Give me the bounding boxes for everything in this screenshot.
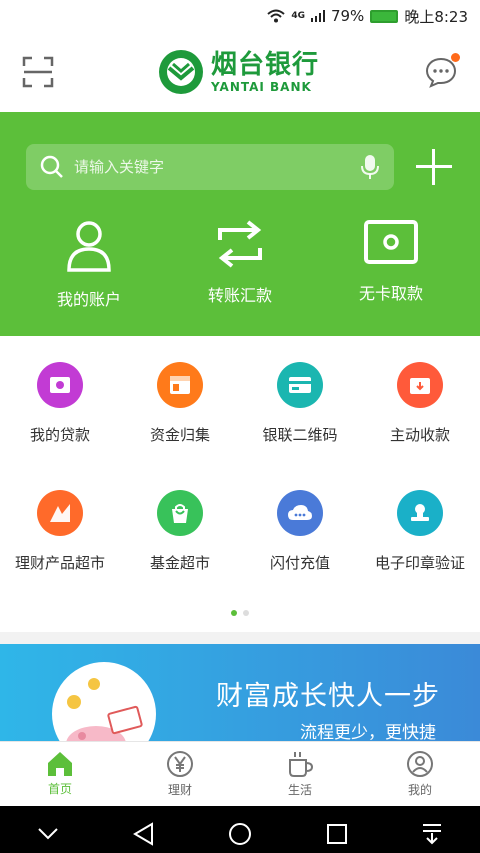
message-button[interactable] xyxy=(424,53,460,89)
scan-icon[interactable] xyxy=(22,56,54,88)
section-divider xyxy=(0,632,480,644)
unread-dot xyxy=(450,53,460,62)
tab-label: 理财 xyxy=(167,783,192,797)
quick-label: 转账汇款 xyxy=(207,286,272,305)
profile-icon xyxy=(407,751,433,777)
transfer-icon xyxy=(218,220,262,268)
unionpay-qr-icon xyxy=(277,362,323,408)
service-fund-market[interactable]: 基金超市 xyxy=(120,490,240,618)
quickpass-topup-icon xyxy=(277,490,323,536)
notification-pull-icon[interactable] xyxy=(421,823,443,845)
tab-wealth[interactable]: 理财 xyxy=(120,742,240,806)
status-bar: 4G 79% 晚上8:23 xyxy=(0,0,480,32)
service-label: 电子印章验证 xyxy=(374,554,465,572)
services-grid: 我的贷款 资金归集 银联二维码 主动收款 理财产品超市 基金超市 闪付充值 电子… xyxy=(0,336,480,618)
yen-icon xyxy=(167,751,193,777)
service-label: 我的贷款 xyxy=(29,426,90,444)
bank-logo: 烟台银行 YANTAI BANK xyxy=(158,49,319,94)
service-receive-payment[interactable]: 主动收款 xyxy=(360,362,480,490)
quick-transfer[interactable]: 转账汇款 xyxy=(185,220,295,310)
bank-logo-icon xyxy=(158,50,203,94)
service-wealth-market[interactable]: 理财产品超市 xyxy=(0,490,120,618)
chevron-down-icon[interactable] xyxy=(37,827,59,841)
search-box[interactable] xyxy=(26,144,394,190)
back-icon[interactable] xyxy=(132,822,154,846)
service-label: 银联二维码 xyxy=(262,426,338,444)
fund-collection-icon xyxy=(157,362,203,408)
microphone-icon[interactable] xyxy=(360,154,380,180)
home-icon xyxy=(48,752,72,776)
service-quickpass-topup[interactable]: 闪付充值 xyxy=(240,490,360,618)
quick-label: 无卡取款 xyxy=(358,284,423,303)
wifi-icon xyxy=(267,9,285,23)
recents-icon[interactable] xyxy=(326,823,348,845)
cardless-withdraw-icon xyxy=(364,220,418,264)
clock: 晚上8:23 xyxy=(404,7,468,26)
quick-my-account[interactable]: 我的账户 xyxy=(34,220,144,310)
quick-label: 我的账户 xyxy=(56,290,121,309)
page-dot-active xyxy=(231,610,237,616)
signal-icon xyxy=(310,10,325,22)
page-dot xyxy=(243,610,249,616)
service-unionpay-qr[interactable]: 银联二维码 xyxy=(240,362,360,490)
banner-title: 财富成长快人一步 xyxy=(216,681,440,712)
loan-icon xyxy=(37,362,83,408)
e-seal-verify-icon xyxy=(397,490,443,536)
search-icon xyxy=(40,155,63,178)
bank-name-cn: 烟台银行 xyxy=(210,49,319,80)
service-e-seal-verify[interactable]: 电子印章验证 xyxy=(360,490,480,618)
cup-icon xyxy=(289,752,314,777)
service-label: 资金归集 xyxy=(149,426,210,444)
search-input[interactable] xyxy=(74,158,350,176)
add-button[interactable] xyxy=(414,147,454,187)
banner-subtitle: 流程更少，更快捷 xyxy=(300,723,436,741)
quick-cardless-withdraw[interactable]: 无卡取款 xyxy=(336,220,446,310)
tab-label: 首页 xyxy=(47,782,72,796)
service-label: 理财产品超市 xyxy=(14,554,105,572)
piggy-bank-illustration xyxy=(52,662,156,741)
home-nav-icon[interactable] xyxy=(228,822,252,846)
wealth-market-icon xyxy=(37,490,83,536)
tab-home[interactable]: 首页 xyxy=(0,742,120,806)
service-label: 闪付充值 xyxy=(269,554,330,572)
fund-market-icon xyxy=(157,490,203,536)
service-my-loan[interactable]: 我的贷款 xyxy=(0,362,120,490)
service-label: 主动收款 xyxy=(389,426,450,444)
service-fund-collection[interactable]: 资金归集 xyxy=(120,362,240,490)
receive-payment-icon xyxy=(397,362,443,408)
tab-label: 生活 xyxy=(287,783,312,797)
tab-mine[interactable]: 我的 xyxy=(360,742,480,806)
bottom-tab-bar: 首页 理财 生活 我的 xyxy=(0,741,480,806)
network-type: 4G xyxy=(291,11,305,21)
user-icon xyxy=(67,221,111,272)
tab-label: 我的 xyxy=(407,783,432,797)
system-navigation-bar xyxy=(0,806,480,853)
hero-panel: 我的账户 转账汇款 无卡取款 xyxy=(0,112,480,336)
bank-name-en: YANTAI BANK xyxy=(210,79,312,94)
battery-icon xyxy=(370,9,399,23)
tab-life[interactable]: 生活 xyxy=(240,742,360,806)
app-header: 烟台银行 YANTAI BANK xyxy=(0,32,480,112)
promo-banner[interactable]: 财富成长快人一步 流程更少，更快捷 xyxy=(0,644,480,741)
battery-percent: 79% xyxy=(330,7,365,25)
service-label: 基金超市 xyxy=(149,554,210,572)
